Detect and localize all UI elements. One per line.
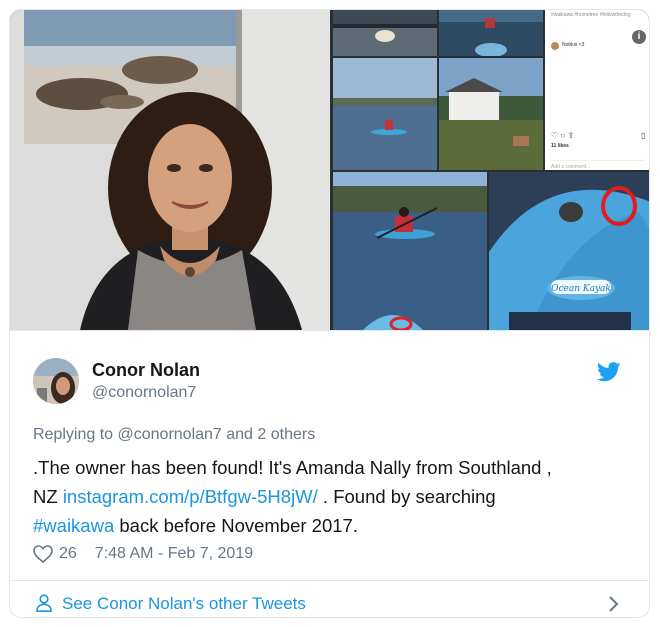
ig-divider — [551, 160, 645, 161]
ig-caption: #waikawa #hometree #followthedog — [551, 12, 631, 18]
photo-house-dog-image — [439, 58, 543, 170]
kayak-brand-label: Ocean Kayak — [551, 284, 611, 294]
see-more-tweets-row[interactable]: See Conor Nolan's other Tweets — [10, 581, 649, 617]
ig-info-icon[interactable]: i — [632, 30, 646, 44]
hashtag-link[interactable]: #waikawa — [33, 515, 114, 536]
ig-add-comment[interactable]: Add a comment... — [551, 164, 590, 170]
twitter-bird-icon[interactable] — [597, 362, 621, 382]
like-count[interactable]: 26 — [59, 545, 77, 563]
person-icon — [36, 594, 52, 612]
ig-bookmark-icon[interactable]: ▯ — [641, 131, 645, 140]
instagram-link[interactable]: instagram.com/p/Btfgw-5H8jW/ — [63, 486, 318, 507]
tweet-text-pre-link: NZ — [33, 486, 63, 507]
chevron-right-icon[interactable] — [608, 595, 620, 613]
author-handle[interactable]: @conornolan7 — [92, 384, 196, 402]
tweet-text: .The owner has been found! It's Amanda N… — [33, 453, 633, 540]
tweet-media[interactable]: #waikawa #hometree #followthedog i Nobki… — [10, 10, 649, 330]
photo-kayaker-red-image — [333, 172, 487, 330]
heart-icon[interactable] — [33, 545, 53, 563]
author-avatar-image — [33, 358, 79, 404]
photo-lake-sunset[interactable] — [333, 10, 437, 56]
see-more-tweets-link[interactable]: See Conor Nolan's other Tweets — [62, 594, 306, 614]
ig-likes: 11 likes — [551, 143, 569, 149]
replying-to: Replying to @conornolan7 and 2 others — [33, 426, 315, 444]
tweet-text-line1: .The owner has been found! It's Amanda N… — [33, 457, 552, 478]
photo-kayaker-calm-image — [333, 58, 437, 170]
tweet-text-line2: NZ instagram.com/p/Btfgw-5H8jW/ . Found … — [33, 482, 633, 511]
photo-kayak-closeup[interactable]: Ocean Kayak — [489, 172, 649, 330]
tweet-timestamp[interactable]: 7:48 AM - Feb 7, 2019 — [95, 545, 253, 563]
photo-kayak-closeup-image: Ocean Kayak — [489, 172, 649, 330]
replying-prefix: Replying to — [33, 426, 118, 443]
photo-kayaker-red[interactable] — [333, 172, 487, 330]
photo-woman[interactable] — [10, 10, 330, 330]
tweet-text-post-link: . Found by searching — [317, 486, 496, 507]
replying-suffix[interactable]: and 2 others — [222, 426, 315, 443]
photo-kayak-top-image — [439, 10, 543, 56]
author-avatar[interactable] — [33, 358, 79, 404]
tweet-meta: 26 7:48 AM - Feb 7, 2019 — [33, 545, 253, 563]
photo-house-dog[interactable] — [439, 58, 543, 170]
instagram-post-panel[interactable]: #waikawa #hometree #followthedog i Nobki… — [545, 10, 649, 170]
tweet-text-end: back before November 2017. — [114, 515, 358, 536]
ig-actions: ♡ ○ ⇪ — [551, 131, 575, 140]
photo-woman-image — [10, 10, 330, 330]
embedded-tweet-card: #waikawa #hometree #followthedog i Nobki… — [9, 9, 650, 618]
ig-comment-user: Nobkis <3 — [562, 42, 585, 48]
tweet-content: Conor Nolan @conornolan7 Replying to @co… — [10, 331, 649, 617]
photo-kayaker-calm[interactable] — [333, 58, 437, 170]
ig-avatar — [551, 42, 559, 50]
replying-handle-link[interactable]: @conornolan7 — [118, 426, 222, 443]
author-name[interactable]: Conor Nolan — [92, 360, 200, 381]
tweet-text-line3: #waikawa back before November 2017. — [33, 511, 633, 540]
photo-lake-sunset-image — [333, 10, 437, 56]
photo-kayak-top[interactable] — [439, 10, 543, 56]
